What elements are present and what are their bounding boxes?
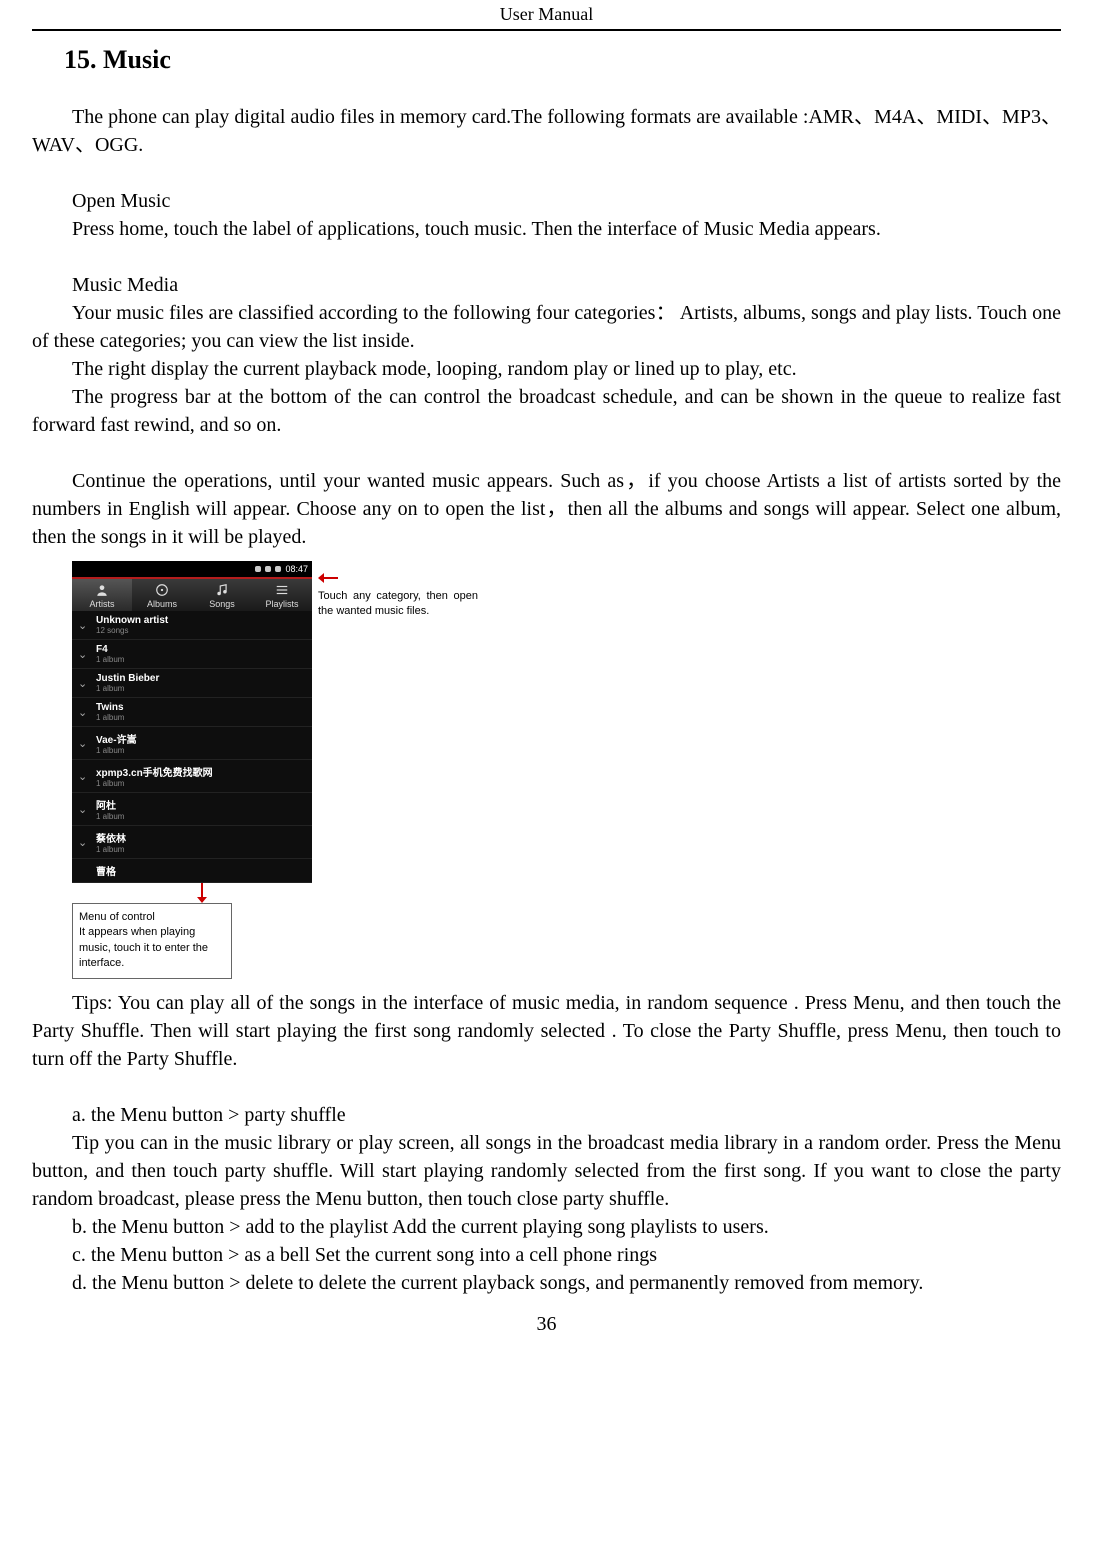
chevron-down-icon: ⌄	[78, 737, 88, 750]
artist-name: Twins	[96, 702, 124, 713]
playlists-icon	[275, 583, 289, 597]
status-icon	[275, 566, 281, 572]
artist-sub: 1 album	[96, 684, 159, 693]
artist-sub: 1 album	[96, 746, 137, 755]
artist-name: 曹格	[96, 863, 116, 878]
chevron-down-icon: ⌄	[78, 803, 88, 816]
artist-sub: 1 album	[96, 655, 124, 664]
artist-name: 阿杜	[96, 797, 124, 812]
albums-icon	[155, 583, 169, 597]
artist-row[interactable]: ⌄ 蔡依林1 album	[72, 826, 312, 859]
artists-icon	[95, 583, 109, 597]
tab-songs[interactable]: Songs	[192, 579, 252, 611]
intro-paragraph: The phone can play digital audio files i…	[32, 103, 1061, 159]
artist-row[interactable]: ⌄ 阿杜1 album	[72, 793, 312, 826]
tab-playlists[interactable]: Playlists	[252, 579, 312, 611]
artist-list: ⌄Unknown artist12 songs⌄F41 album⌄Justin…	[72, 611, 312, 883]
artist-name: 蔡依林	[96, 830, 126, 845]
artist-name: Vae-许嵩	[96, 731, 137, 746]
artist-row[interactable]: ⌄ Justin Bieber1 album	[72, 669, 312, 698]
artist-row[interactable]: ⌄ Twins1 album	[72, 698, 312, 727]
music-media-p3: The progress bar at the bottom of the ca…	[32, 383, 1061, 439]
music-screenshot-figure: 08:47 Artists Albums Songs Playlists ⌄ Unkno…	[72, 561, 1061, 979]
item-d: d. the Menu button > delete to delete th…	[32, 1269, 1061, 1297]
page-number: 36	[32, 1313, 1061, 1336]
tips-paragraph: Tips: You can play all of the songs in t…	[32, 989, 1061, 1073]
item-c: c. the Menu button > as a bell Set the c…	[32, 1241, 1061, 1269]
arrow-down-icon	[92, 883, 312, 903]
artist-row[interactable]: ⌄ F41 album	[72, 640, 312, 669]
status-time: 08:47	[285, 564, 308, 574]
chevron-down-icon: ⌄	[78, 836, 88, 849]
artist-row[interactable]: 曹格	[72, 859, 312, 883]
artist-row[interactable]: ⌄ Vae-许嵩1 album	[72, 727, 312, 760]
page-header: User Manual	[32, 0, 1061, 31]
page-content: 15. Music The phone can play digital aud…	[32, 31, 1061, 1336]
open-music-title: Open Music	[32, 187, 1061, 215]
phone-screenshot: 08:47 Artists Albums Songs Playlists ⌄ Unkno…	[72, 561, 312, 883]
artist-name: Justin Bieber	[96, 673, 159, 684]
tab-label: Albums	[147, 599, 177, 609]
songs-icon	[215, 583, 229, 597]
artist-name: Unknown artist	[96, 615, 168, 626]
chevron-down-icon: ⌄	[78, 677, 88, 690]
chevron-down-icon: ⌄	[78, 770, 88, 783]
artist-row[interactable]: ⌄ Unknown artist12 songs	[72, 611, 312, 640]
arrow-left-icon	[318, 571, 478, 585]
chevron-down-icon: ⌄	[78, 619, 88, 632]
item-a-title: a. the Menu button > party shuffle	[32, 1101, 1061, 1129]
artist-sub: 1 album	[96, 812, 124, 821]
section-title: 15. Music	[64, 45, 1061, 75]
tab-albums[interactable]: Albums	[132, 579, 192, 611]
callout-right-text: Touch any category, then open the wanted…	[318, 590, 478, 617]
artist-sub: 1 album	[96, 779, 213, 788]
item-a-body: Tip you can in the music library or play…	[32, 1129, 1061, 1213]
artist-name: F4	[96, 644, 124, 655]
header-title: User Manual	[500, 4, 593, 24]
callout-menu-control: Menu of control It appears when playing …	[72, 903, 232, 979]
music-tabs: Artists Albums Songs Playlists	[72, 577, 312, 611]
callout-bottom-body: It appears when playing music, touch it …	[79, 925, 225, 971]
callout-category: Touch any category, then open the wanted…	[318, 561, 478, 620]
artist-sub: 1 album	[96, 713, 124, 722]
artist-sub: 12 songs	[96, 626, 168, 635]
music-media-p2: The right display the current playback m…	[32, 355, 1061, 383]
tab-label: Playlists	[265, 599, 298, 609]
tab-artists[interactable]: Artists	[72, 579, 132, 611]
chevron-down-icon: ⌄	[78, 648, 88, 661]
status-icon	[255, 566, 261, 572]
open-music-body: Press home, touch the label of applicati…	[32, 215, 1061, 243]
artist-sub: 1 album	[96, 845, 126, 854]
tab-label: Songs	[209, 599, 235, 609]
tab-label: Artists	[89, 599, 114, 609]
continue-paragraph: Continue the operations, until your want…	[32, 467, 1061, 551]
artist-name: xpmp3.cn手机免费找歌网	[96, 764, 213, 779]
music-media-p1: Your music files are classified accordin…	[32, 299, 1061, 355]
artist-row[interactable]: ⌄ xpmp3.cn手机免费找歌网1 album	[72, 760, 312, 793]
callout-bottom-title: Menu of control	[79, 910, 225, 925]
item-b: b. the Menu button > add to the playlist…	[32, 1213, 1061, 1241]
chevron-down-icon: ⌄	[78, 706, 88, 719]
music-media-title: Music Media	[32, 271, 1061, 299]
status-icon	[265, 566, 271, 572]
status-bar: 08:47	[72, 561, 312, 577]
